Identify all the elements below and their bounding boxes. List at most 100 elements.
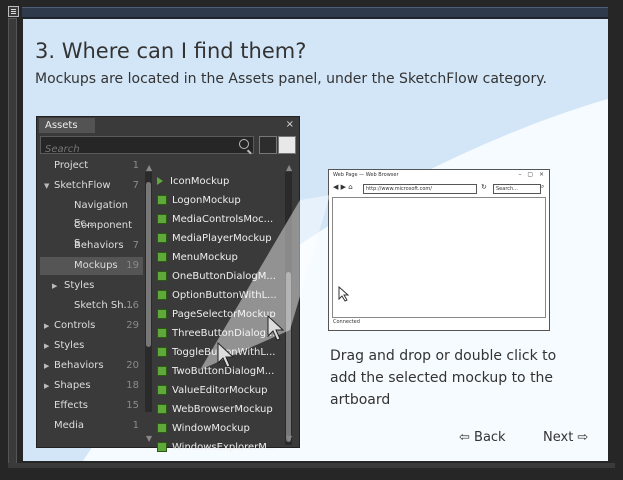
category-list: Project 1 ▼ SketchFlow 7 Navigation Sc... Comp…	[40, 157, 143, 442]
category-item[interactable]: Media 1	[40, 417, 143, 435]
scroll-down-arrow-icon[interactable]: ▼	[286, 434, 292, 443]
mockup-scrollbar[interactable]	[285, 172, 292, 445]
category-item[interactable]: ▶ Styles	[40, 337, 143, 355]
category-count: 20	[126, 360, 139, 371]
search-input[interactable]	[41, 141, 229, 158]
expanded-triangle-icon[interactable]: ▼	[44, 177, 49, 195]
category-item[interactable]: Sketch Sh... 16	[40, 297, 143, 315]
mockup-label: ValueEditorMockup	[172, 385, 268, 396]
list-view-button[interactable]	[278, 136, 296, 154]
mockup-item[interactable]: LogonMockup	[155, 191, 277, 210]
mockup-item[interactable]: MenuMockup	[155, 248, 277, 267]
mockup-item[interactable]: PageSelectorMockup	[155, 305, 277, 324]
slide-heading: 3. Where can I find them?	[35, 39, 307, 63]
mockup-item[interactable]: MediaControlsMoc...	[155, 210, 277, 229]
mockup-icon	[157, 177, 163, 185]
mockup-item[interactable]: TwoButtonDialogM...	[155, 362, 277, 381]
category-item[interactable]: ▶ Controls 29	[40, 317, 143, 335]
mockup-label: OneButtonDialogM...	[172, 271, 276, 282]
mockup-icon	[157, 423, 167, 433]
category-label: Behaviors	[74, 240, 124, 251]
mockup-icon	[157, 252, 167, 262]
scroll-up-arrow-icon[interactable]: ▲	[146, 163, 152, 172]
mockup-item[interactable]: MediaPlayerMockup	[155, 229, 277, 248]
left-rail	[8, 18, 17, 465]
mockup-list: IconMockup LogonMockup MediaControlsMoc...…	[155, 172, 283, 457]
category-item[interactable]: Component S...	[40, 217, 143, 249]
category-item[interactable]: ▶ Styles	[40, 277, 143, 295]
category-label: Media	[54, 420, 85, 431]
category-count: 15	[126, 400, 139, 411]
mockup-icon	[157, 366, 167, 376]
window-menu-icon[interactable]	[8, 6, 19, 17]
category-label: Shapes	[54, 380, 91, 391]
category-count: 7	[132, 180, 139, 191]
bottom-strip	[8, 463, 615, 468]
next-button[interactable]: Next ⇨	[543, 430, 588, 445]
category-item[interactable]: Navigation Sc...	[40, 197, 143, 229]
category-count: 16	[126, 300, 139, 311]
browser-content-area	[332, 197, 546, 318]
category-item[interactable]: Effects 15	[40, 397, 143, 415]
category-item[interactable]: Project 1	[40, 157, 143, 175]
mockup-label: WindowsExplorerM...	[172, 442, 277, 453]
web-browser-mockup-preview: Web Page — Web Browser – ▢ × ◀ ▶ ⌂ http:…	[328, 169, 550, 331]
mockup-item[interactable]: IconMockup	[155, 172, 277, 191]
mockup-label: IconMockup	[170, 176, 230, 187]
mockup-icon	[157, 404, 167, 414]
mockup-icon	[157, 233, 167, 243]
refresh-icon: ↻	[481, 183, 487, 191]
grid-view-button[interactable]	[259, 136, 277, 154]
category-item[interactable]: ▶ Behaviors 20	[40, 357, 143, 375]
category-label: Effects	[54, 400, 88, 411]
mockup-item[interactable]: ThreeButtonDialog...	[155, 324, 277, 343]
close-icon[interactable]: ×	[286, 119, 294, 130]
category-label: Mockups	[74, 260, 118, 271]
mockup-icon	[157, 328, 167, 338]
category-label: Project	[54, 160, 89, 171]
collapsed-triangle-icon[interactable]: ▶	[44, 377, 49, 395]
mockup-item[interactable]: WindowMockup	[155, 419, 277, 438]
category-item[interactable]: ▶ Shapes 18	[40, 377, 143, 395]
back-button[interactable]: ⇦ Back	[459, 430, 506, 445]
category-item[interactable]: Behaviors 7	[40, 237, 143, 255]
category-label: SketchFlow	[54, 180, 111, 191]
mockup-icon	[157, 385, 167, 395]
mockup-icon	[157, 309, 167, 319]
category-label: Controls	[54, 320, 96, 331]
mockup-item[interactable]: OneButtonDialogM...	[155, 267, 277, 286]
window-buttons: – ▢ ×	[518, 171, 546, 178]
category-scrollbar[interactable]	[145, 172, 152, 412]
category-label: Sketch Sh...	[74, 300, 134, 311]
category-count: 1	[132, 420, 139, 431]
search-box	[40, 136, 254, 158]
category-item[interactable]: ▼ SketchFlow 7	[40, 177, 143, 195]
assets-tab[interactable]: Assets	[39, 118, 95, 133]
mockup-item[interactable]: ValueEditorMockup	[155, 381, 277, 400]
mockup-item[interactable]: ToggleButtonWithL...	[155, 343, 277, 362]
collapsed-triangle-icon[interactable]: ▶	[44, 337, 49, 355]
scroll-thumb[interactable]	[286, 272, 291, 442]
mockup-label: ThreeButtonDialog...	[172, 328, 276, 339]
browser-title: Web Page — Web Browser	[333, 172, 399, 178]
scroll-thumb[interactable]	[146, 182, 151, 347]
mockup-icon	[157, 290, 167, 300]
title-bar	[22, 7, 608, 18]
magnifier-icon: ⌕	[541, 183, 545, 190]
category-label: Behaviors	[54, 360, 104, 371]
mockup-item[interactable]: WindowsExplorerM...	[155, 438, 277, 457]
scroll-up-arrow-icon[interactable]: ▲	[286, 163, 292, 172]
collapsed-triangle-icon[interactable]: ▶	[44, 317, 49, 335]
tutorial-slide: 3. Where can I find them? Mockups are lo…	[23, 19, 608, 461]
collapsed-triangle-icon[interactable]: ▶	[52, 277, 57, 295]
collapsed-triangle-icon[interactable]: ▶	[44, 357, 49, 375]
mockup-icon	[157, 195, 167, 205]
mockup-item[interactable]: OptionButtonWithL...	[155, 286, 277, 305]
mockup-item[interactable]: WebBrowserMockup	[155, 400, 277, 419]
category-item[interactable]: Mockups 19	[40, 257, 143, 275]
browser-search: Search...	[493, 184, 541, 194]
mockup-label: ToggleButtonWithL...	[172, 347, 276, 358]
mockup-label: TwoButtonDialogM...	[172, 366, 275, 377]
mockup-label: WindowMockup	[172, 423, 250, 434]
scroll-down-arrow-icon[interactable]: ▼	[146, 434, 152, 443]
